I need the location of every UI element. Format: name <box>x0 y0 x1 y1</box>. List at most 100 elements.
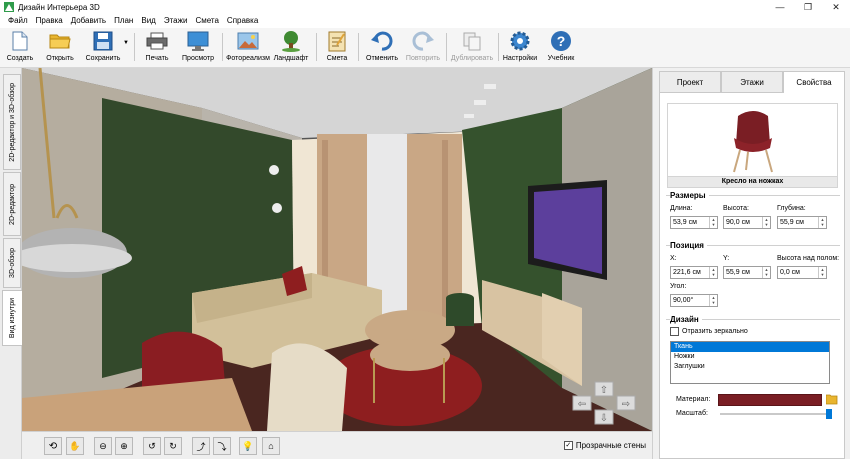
settings-button[interactable]: Настройки <box>502 30 538 66</box>
landscape-button[interactable]: Ландшафт <box>272 30 310 66</box>
tutorial-button[interactable]: ? Учебник <box>544 30 578 66</box>
angle-field[interactable]: 90,00° ▲ ▼ <box>670 294 718 307</box>
separator <box>222 33 223 61</box>
close-button[interactable]: ✕ <box>822 0 850 14</box>
create-button[interactable]: Создать <box>4 30 36 66</box>
y-field[interactable]: 55,9 см ▲ ▼ <box>723 266 771 279</box>
undo-button[interactable]: Отменить <box>364 30 400 66</box>
spin-arrows-icon[interactable]: ▲ ▼ <box>762 217 770 228</box>
folder-icon[interactable] <box>826 394 838 405</box>
position-title: Позиция <box>670 241 707 250</box>
material-swatch[interactable] <box>718 394 822 406</box>
spin-arrows-icon[interactable]: ▲ ▼ <box>818 217 826 228</box>
scale-slider[interactable] <box>718 409 834 419</box>
menu-add[interactable]: Добавить <box>67 14 110 28</box>
lightbulb-icon: 💡 <box>242 440 254 451</box>
menu-view[interactable]: Вид <box>137 14 159 28</box>
separator <box>446 33 447 61</box>
photoreal-button[interactable]: Фотореализм <box>226 30 270 66</box>
menu-floors[interactable]: Этажи <box>160 14 192 28</box>
spin-arrows-icon[interactable]: ▲ ▼ <box>818 267 826 278</box>
tab-2d-and-3d[interactable]: 2D-редактор и 3D-обзор <box>3 74 21 170</box>
design-title: Дизайн <box>670 315 702 324</box>
hand-icon: ✋ <box>69 440 81 451</box>
help-icon: ? <box>551 31 571 51</box>
tab-inside-view[interactable]: Вид изнутри <box>2 290 22 346</box>
tab-floors[interactable]: Этажи <box>721 71 783 93</box>
pan-view-button[interactable]: ✋ <box>66 437 84 455</box>
menu-help[interactable]: Справка <box>223 14 262 28</box>
separator <box>498 33 499 61</box>
list-item[interactable]: Ножки <box>671 352 829 362</box>
minimize-button[interactable]: — <box>766 0 794 14</box>
zoom-in-button[interactable]: ⊕ <box>115 437 133 455</box>
estimate-button[interactable]: Смета <box>322 30 352 66</box>
x-field[interactable]: 221,6 см ▲ ▼ <box>670 266 718 279</box>
zoom-out-icon: ⊖ <box>99 440 107 451</box>
save-button[interactable]: Сохранить <box>82 30 124 66</box>
spin-arrows-icon[interactable]: ▲ ▼ <box>709 267 717 278</box>
properties-panel: Проект Этажи Свойства Кресло на ножках Р… <box>652 68 850 459</box>
length-field[interactable]: 53,9 см ▲ ▼ <box>670 216 718 229</box>
redo-button[interactable]: Повторить <box>404 30 442 66</box>
tab-3d-view[interactable]: 3D-обзор <box>3 238 21 288</box>
tab-2d-editor[interactable]: 2D-редактор <box>3 172 21 236</box>
svg-text:?: ? <box>557 33 566 49</box>
floppy-icon <box>93 31 113 51</box>
new-file-icon <box>12 31 28 51</box>
duplicate-icon <box>463 32 481 51</box>
list-item[interactable]: Заглушки <box>671 362 829 372</box>
tilt-up-button[interactable]: ⤴ <box>192 437 210 455</box>
elevation-field[interactable]: 0,0 см ▲ ▼ <box>777 266 827 279</box>
transparent-walls-toggle[interactable]: ✓ Прозрачные стены <box>563 441 646 450</box>
tilt-up-icon: ⤴ <box>196 441 206 452</box>
properties-content: Кресло на ножках Размеры Длина: Высота: … <box>659 93 845 459</box>
clipboard-icon <box>328 31 346 52</box>
chevron-down-icon: ▼ <box>123 40 129 46</box>
duplicate-button[interactable]: Дублировать <box>450 30 494 66</box>
mirror-toggle[interactable]: Отразить зеркально <box>670 327 748 336</box>
lighting-button[interactable]: 💡 <box>239 437 257 455</box>
sizes-title: Размеры <box>670 191 709 200</box>
home-view-button[interactable]: ⌂ <box>262 437 280 455</box>
preview-button[interactable]: Просмотр <box>180 30 216 66</box>
monitor-icon <box>187 31 209 51</box>
elevation-label: Высота над полом: <box>777 255 840 262</box>
menu-plan[interactable]: План <box>110 14 137 28</box>
tilt-down-icon: ⤵ <box>217 441 227 452</box>
zoom-out-button[interactable]: ⊖ <box>94 437 112 455</box>
redo-arrow-icon <box>412 31 434 51</box>
tab-properties[interactable]: Свойства <box>783 71 845 93</box>
room-scene <box>22 68 652 431</box>
tilt-down-button[interactable]: ⤵ <box>213 437 231 455</box>
rotate-view-button[interactable]: ⟲ <box>44 437 62 455</box>
spin-arrows-icon[interactable]: ▲ ▼ <box>762 267 770 278</box>
menu-file[interactable]: Файл <box>4 14 32 28</box>
maximize-button[interactable]: ❐ <box>794 0 822 14</box>
rotate-right-button[interactable]: ↻ <box>164 437 182 455</box>
title-bar: Дизайн Интерьера 3D — ❐ ✕ <box>0 0 850 14</box>
menu-estimate[interactable]: Смета <box>191 14 222 28</box>
height-field[interactable]: 90,0 см ▲ ▼ <box>723 216 771 229</box>
transparent-walls-checkbox[interactable]: ✓ <box>563 441 573 450</box>
slider-handle[interactable] <box>826 409 832 419</box>
spin-arrows-icon[interactable]: ▲ ▼ <box>709 295 717 306</box>
parts-list[interactable]: Ткань Ножки Заглушки <box>670 341 830 384</box>
mirror-checkbox[interactable] <box>670 327 679 336</box>
list-item[interactable]: Ткань <box>671 342 829 352</box>
depth-field[interactable]: 55,9 см ▲ ▼ <box>777 216 827 229</box>
rotate-left-button[interactable]: ↺ <box>143 437 161 455</box>
view-mode-tabs: 2D-редактор и 3D-обзор 2D-редактор 3D-об… <box>0 68 22 459</box>
spin-arrows-icon[interactable]: ▲ ▼ <box>709 217 717 228</box>
3d-viewport[interactable]: ⇧ ⇦ ⇨ ⇩ <box>22 68 652 431</box>
separator <box>358 33 359 61</box>
print-button[interactable]: Печать <box>142 30 172 66</box>
window-title: Дизайн Интерьера 3D <box>18 2 100 12</box>
rotate-icon: ⟲ <box>48 440 58 452</box>
tab-project[interactable]: Проект <box>659 71 721 93</box>
mirror-label: Отразить зеркально <box>682 328 748 335</box>
menu-edit[interactable]: Правка <box>32 14 67 28</box>
zoom-in-icon: ⊕ <box>120 440 128 451</box>
open-button[interactable]: Открыть <box>42 30 78 66</box>
menu-bar: Файл Правка Добавить План Вид Этажи Смет… <box>0 14 850 28</box>
